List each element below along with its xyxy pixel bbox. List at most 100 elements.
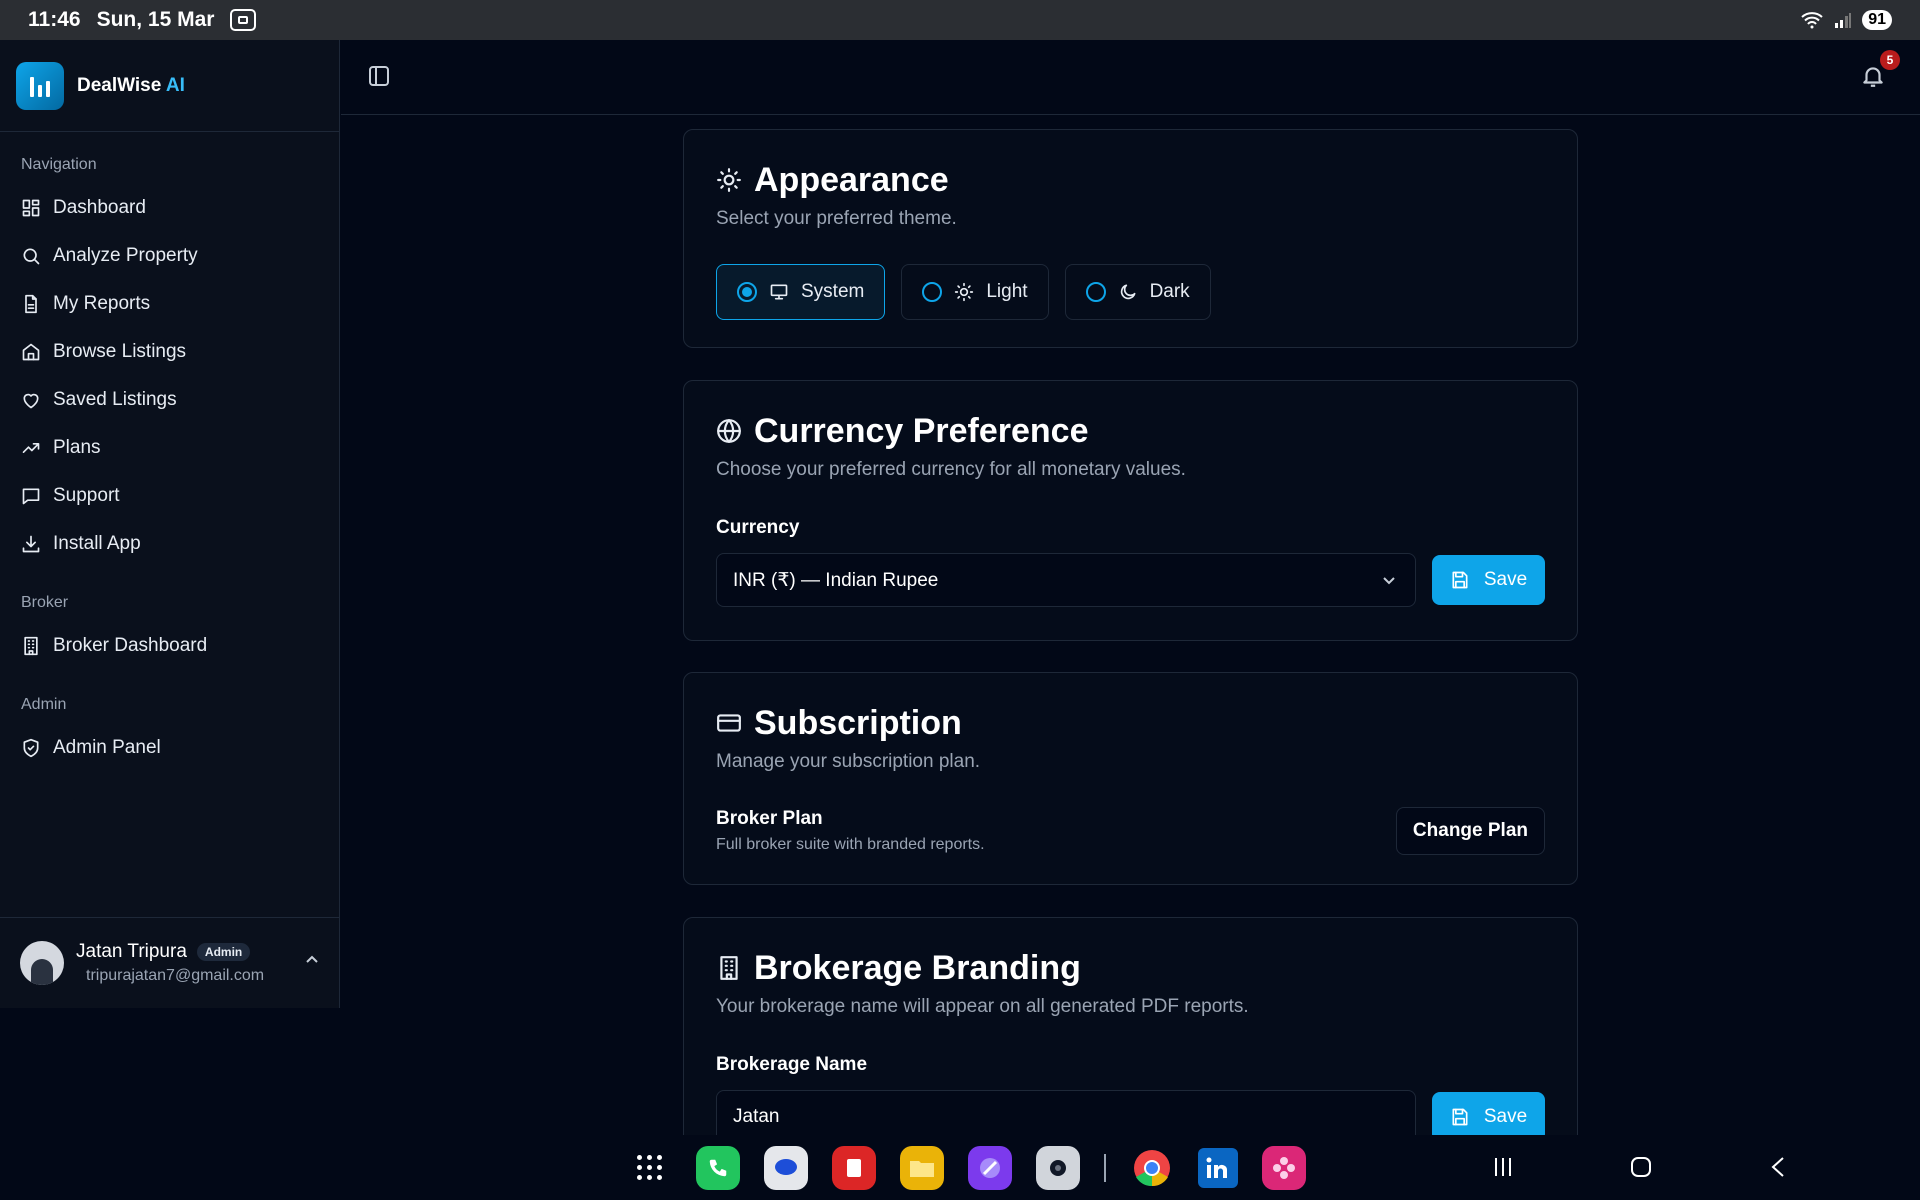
files-app-icon[interactable]: [900, 1146, 944, 1190]
sidebar-toggle-icon[interactable]: [369, 66, 389, 86]
currency-select[interactable]: INR (₹) — Indian Rupee: [716, 553, 1416, 607]
wifi-icon: [1801, 12, 1823, 29]
dock-separator: [1104, 1154, 1106, 1182]
branding-title: Brokerage Branding: [754, 948, 1081, 987]
sidebar-item-support[interactable]: Support: [0, 472, 339, 520]
chrome-app-icon[interactable]: [1130, 1146, 1174, 1190]
theme-option-light[interactable]: Light: [901, 264, 1049, 320]
group-label: Navigation: [21, 156, 97, 173]
shield-icon: [21, 738, 41, 758]
battery-badge: 91: [1862, 10, 1892, 30]
brokerage-name-label: Brokerage Name: [716, 1054, 868, 1075]
currency-save-button[interactable]: Save: [1432, 555, 1545, 605]
sidebar-item-label: Dashboard: [53, 197, 146, 218]
top-bar: 5: [341, 40, 1920, 115]
messages-app-icon[interactable]: [764, 1146, 808, 1190]
globe-icon: [717, 419, 741, 443]
user-name: Jatan Tripura: [76, 941, 187, 962]
linkedin-app-icon[interactable]: [1198, 1148, 1238, 1188]
subscription-subtitle: Manage your subscription plan.: [716, 751, 981, 772]
sidebar-item-broker-dashboard[interactable]: Broker Dashboard: [0, 622, 339, 670]
role-badge: Admin: [196, 943, 251, 961]
browser-app-icon[interactable]: [968, 1146, 1012, 1190]
chart-logo-icon: [16, 61, 64, 110]
brand[interactable]: DealWise AI: [0, 40, 339, 132]
sidebar-item-admin-panel[interactable]: Admin Panel: [0, 724, 339, 772]
back-icon[interactable]: [1770, 1156, 1786, 1178]
theme-option-dark[interactable]: Dark: [1064, 264, 1211, 320]
currency-subtitle: Choose your preferred currency for all m…: [716, 459, 1186, 480]
sidebar-item-label: Analyze Property: [53, 245, 198, 266]
group-label: Admin: [21, 696, 67, 713]
building-icon: [21, 636, 41, 656]
radio-selected[interactable]: [737, 282, 757, 302]
sidebar-item-label: My Reports: [53, 293, 151, 314]
search-icon: [21, 246, 41, 266]
currency-card: Currency Preference Choose your preferre…: [683, 380, 1578, 641]
branding-subtitle: Your brokerage name will appear on all g…: [716, 996, 1249, 1017]
sidebar-item-plans[interactable]: Plans: [0, 424, 339, 472]
sidebar-item-my-reports[interactable]: My Reports: [0, 280, 339, 328]
save-label: Save: [1483, 569, 1528, 590]
camera-app-icon[interactable]: [1036, 1146, 1080, 1190]
recents-icon[interactable]: [1493, 1156, 1513, 1178]
dashboard-icon: [21, 198, 41, 218]
radio-unselected[interactable]: [922, 282, 943, 302]
notes-app-icon[interactable]: [832, 1146, 876, 1190]
home-nav-icon[interactable]: [1630, 1156, 1652, 1178]
app-drawer-icon[interactable]: [628, 1146, 672, 1190]
trending-up-icon: [21, 438, 41, 458]
sidebar-item-label: Admin Panel: [53, 737, 161, 758]
download-icon: [21, 534, 41, 554]
theme-label: System: [801, 281, 865, 302]
nav-group-navigation: Navigation Dashboard Analyze Property My…: [0, 156, 339, 568]
sidebar-item-label: Install App: [53, 533, 141, 554]
status-time: 11:46: [28, 8, 81, 31]
plan-name: Broker Plan: [716, 808, 823, 829]
sun-icon: [717, 168, 741, 192]
sidebar-item-label: Plans: [53, 437, 101, 458]
sun-icon: [955, 282, 974, 302]
sidebar-item-label: Browse Listings: [53, 341, 187, 362]
group-label: Broker: [21, 594, 69, 611]
home-icon: [21, 342, 41, 362]
sidebar-item-analyze-property[interactable]: Analyze Property: [0, 232, 339, 280]
theme-label: Dark: [1149, 281, 1190, 302]
appearance-title: Appearance: [754, 160, 949, 199]
save-icon: [1452, 571, 1468, 589]
brand-suffix: AI: [165, 74, 185, 96]
notification-badge: 5: [1880, 50, 1900, 70]
sidebar-item-dashboard[interactable]: Dashboard: [0, 184, 339, 232]
moon-icon: [1120, 284, 1136, 300]
theme-option-system[interactable]: System: [716, 264, 886, 320]
user-menu[interactable]: Jatan Tripura Admin tripurajatan7@gmail.c…: [0, 917, 340, 1008]
chevron-up-icon: [306, 955, 318, 963]
currency-value: INR (₹) — Indian Rupee: [733, 569, 939, 591]
sidebar-item-install-app[interactable]: Install App: [0, 520, 339, 568]
heart-icon: [21, 390, 41, 410]
message-icon: [21, 486, 41, 506]
radio-unselected[interactable]: [1085, 282, 1106, 302]
save-icon: [1452, 1108, 1468, 1126]
subscription-title: Subscription: [754, 703, 962, 742]
branding-card: Brokerage Branding Your brokerage name w…: [683, 917, 1578, 1157]
user-email: tripurajatan7@gmail.com: [86, 967, 265, 984]
monitor-icon: [770, 284, 788, 300]
chevron-down-icon: [1383, 577, 1395, 585]
sidebar-item-saved-listings[interactable]: Saved Listings: [0, 376, 339, 424]
theme-label: Light: [986, 281, 1028, 302]
nav-group-broker: Broker Broker Dashboard: [0, 594, 339, 670]
gallery-app-icon[interactable]: [1262, 1146, 1306, 1190]
currency-title: Currency Preference: [754, 411, 1089, 450]
save-label: Save: [1483, 1106, 1528, 1127]
status-bar: 11:46 Sun, 15 Mar 91: [0, 0, 1920, 40]
theme-options: System Light Dark: [716, 264, 1545, 320]
phone-app-icon[interactable]: [696, 1146, 740, 1190]
sidebar: DealWise AI Navigation Dashboard Analyze…: [0, 40, 340, 1008]
screenshot-icon: [230, 9, 257, 31]
sidebar-item-browse-listings[interactable]: Browse Listings: [0, 328, 339, 376]
sidebar-item-label: Broker Dashboard: [53, 635, 208, 656]
signal-icon: [1835, 13, 1852, 28]
subscription-card: Subscription Manage your subscription pl…: [683, 672, 1578, 885]
change-plan-button[interactable]: Change Plan: [1395, 807, 1545, 855]
